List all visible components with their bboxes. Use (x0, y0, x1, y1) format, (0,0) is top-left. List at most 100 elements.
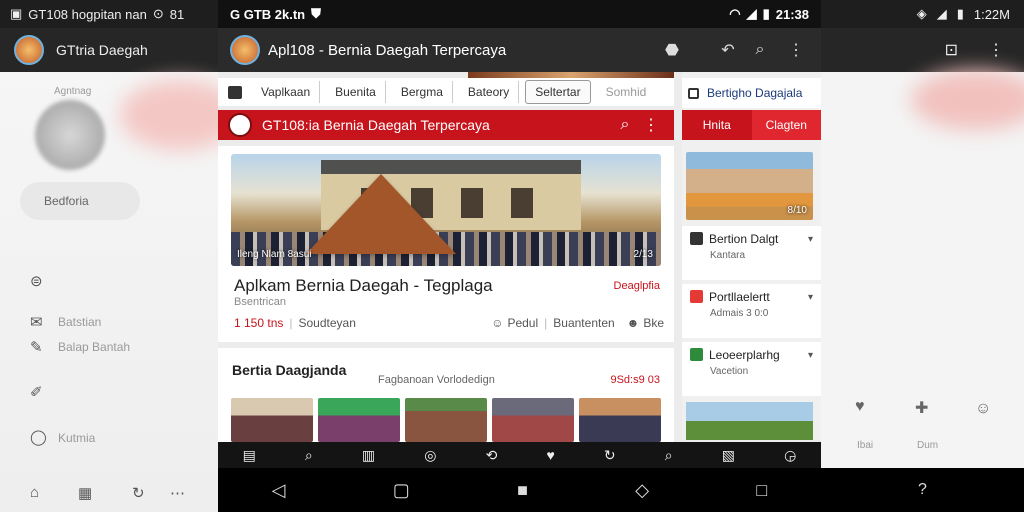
menu-item-1[interactable]: Batstian (58, 315, 101, 329)
hero-image[interactable]: Ileng Nlam 8asui 2/13 (231, 154, 661, 266)
folder-icon (228, 85, 242, 99)
chip-4[interactable]: Bateory (459, 81, 520, 103)
action-2[interactable]: Buantenten (553, 316, 614, 330)
tab-1[interactable]: Hnita (682, 110, 752, 140)
thumbnail-row (231, 398, 661, 442)
thumbnail[interactable] (579, 398, 661, 442)
recent-icon[interactable]: □ (756, 480, 767, 501)
screen: ▣ GT108 hogpitan nan ⊙ 81 GTtria Daegah … (0, 0, 1024, 512)
home-icon[interactable]: ⌂ (30, 484, 39, 501)
inbox-icon: ⊜ (30, 273, 43, 290)
right-status-bar: ◈ ◢ ▮ 1:22M (821, 0, 1024, 28)
search-icon[interactable]: ⌕ (612, 112, 638, 138)
more-icon[interactable]: ⋮ (783, 37, 809, 63)
help-icon[interactable]: ? (918, 481, 927, 499)
battery-icon: ▮ (956, 6, 964, 21)
search-icon[interactable]: ⌕ (747, 37, 773, 63)
chip-2[interactable]: Buenita (326, 81, 386, 103)
right-status-time: 1:22M (973, 6, 1010, 22)
more-icon[interactable]: ⋯ (170, 484, 185, 502)
left-status-bar: ▣ GT108 hogpitan nan ⊙ 81 (0, 0, 218, 28)
leaf-icon (690, 348, 703, 361)
user-icon[interactable]: ☺ (975, 400, 991, 418)
image-icon[interactable]: ▦ (78, 484, 92, 502)
article-tag[interactable]: Deaglpfia (614, 280, 660, 292)
battery-icon: ▮ (762, 6, 770, 21)
status-left: G GTB 2k.tn (230, 6, 306, 22)
side-image-2[interactable] (686, 402, 813, 440)
left-panel: ▣ GT108 hogpitan nan ⊙ 81 GTtria Daegah … (0, 0, 240, 512)
side-item-3[interactable]: Leoeerplarhg Vacetion ▾ (682, 342, 821, 396)
bookmark-icon[interactable]: ⬣ (659, 37, 685, 63)
menu-item-2[interactable]: Balap Bantah (58, 340, 130, 354)
side-item-title: Bertion Dalgt (709, 232, 779, 246)
right-bg-panel: ◈ ◢ ▮ 1:22M ⊡ ⋮ ♥ ✚ ☺ Ibai Dum ? (821, 0, 1024, 512)
side-image-counter: 8/10 (787, 205, 807, 216)
view-count: 1 150 tns (234, 316, 284, 330)
alert-icon (690, 290, 703, 303)
refresh-icon[interactable]: ↻ (132, 484, 145, 502)
search-icon[interactable]: ⌕ (665, 447, 673, 464)
side-item-sub: Admais 3 0:0 (710, 308, 769, 319)
article-title[interactable]: Aplkam Bernia Daegah - Tegplaga (234, 276, 493, 296)
checkbox-icon (688, 87, 699, 99)
chevron-down-icon[interactable]: ▾ (808, 292, 813, 303)
timer-icon: ⊙ (152, 6, 164, 21)
action-1[interactable]: Pedul (507, 316, 538, 330)
side-item-sub: Vacetion (710, 366, 749, 377)
heart-icon[interactable]: ♥ (546, 447, 554, 463)
chat-icon[interactable]: ◶ (784, 447, 796, 464)
chip-6[interactable]: Somhid (597, 81, 656, 103)
tag-icon[interactable]: ⟲ (486, 447, 498, 464)
news-section: Bertia Daagjanda Fagbanoan Vorlodedign 9… (218, 348, 674, 442)
left-status-right: 81 (169, 6, 185, 22)
icon-label-2: Dum (917, 440, 939, 451)
grid-icon[interactable]: ▧ (722, 447, 735, 464)
home-icon[interactable]: ▢ (393, 480, 410, 501)
profile-button[interactable]: Bedforia (20, 182, 140, 220)
article-meta: 1 150 tns | Soudteyan ☺ Pedul | Buantent… (234, 316, 664, 330)
edit-icon: ✎ (30, 339, 43, 356)
thumbnail[interactable] (405, 398, 487, 442)
menu-item-3[interactable]: Kutmia (58, 431, 95, 445)
back-icon[interactable]: ◇ (635, 480, 649, 501)
navigation-bar: ◁ ▢ ■ ◇ □ (218, 468, 821, 512)
target-icon[interactable]: ◎ (424, 447, 436, 464)
wifi-icon: ◠ (729, 6, 741, 21)
heart-icon[interactable]: ♥ (855, 398, 865, 416)
chevron-down-icon[interactable]: ▾ (808, 234, 813, 245)
left-appbar: GTtria Daegah (0, 28, 218, 72)
brand-bar: GT108:ia Bernia Daegah Terpercaya ⌕ ⋮ (218, 110, 674, 140)
layout-icon[interactable]: ▤ (243, 447, 256, 464)
app-bar: Apl108 - Bernia Daegah Terpercaya ⬣ ↶ ⌕ … (218, 28, 821, 72)
chat-icon[interactable]: ⊡ (945, 40, 958, 60)
chip-3[interactable]: Bergma (392, 81, 453, 103)
book-icon[interactable]: ▥ (362, 447, 375, 464)
square-icon[interactable]: ■ (517, 480, 528, 501)
pin-icon[interactable]: ✚ (915, 398, 928, 418)
side-item-2[interactable]: Portllaelertt Admais 3 0:0 ▾ (682, 284, 821, 338)
side-panel-title: Bertigho Dagajala (707, 86, 803, 100)
thumbnail[interactable] (318, 398, 400, 442)
vibrate-icon: ◈ (916, 6, 927, 21)
chip-5[interactable]: Seltertar (525, 80, 591, 104)
featured-card[interactable]: Ileng Nlam 8asui 2/13 Aplkam Bernia Daeg… (218, 146, 674, 342)
thumbnail[interactable] (231, 398, 313, 442)
side-panel: Bertigho Dagajala Hnita Clagten 8/10 Ber… (682, 72, 821, 440)
chip-1[interactable]: Vaplkaan (252, 81, 321, 103)
section-right[interactable]: 9Sd:s9 03 (610, 374, 660, 386)
refresh-icon[interactable]: ↻ (604, 447, 616, 464)
side-item-1[interactable]: Bertion Dalgt Kantara ▾ (682, 226, 821, 280)
blur-shape (911, 70, 1024, 130)
share-icon[interactable]: ↶ (715, 37, 741, 63)
tab-2[interactable]: Clagten (751, 110, 821, 140)
more-icon[interactable]: ⋮ (638, 112, 664, 138)
action-3[interactable]: Bke (643, 316, 664, 330)
back-icon[interactable]: ◁ (272, 480, 286, 501)
more-icon[interactable]: ⋮ (988, 40, 1004, 60)
icon-label-1: Ibai (857, 440, 874, 451)
thumbnail[interactable] (492, 398, 574, 442)
side-image[interactable]: 8/10 (686, 152, 813, 220)
chevron-down-icon[interactable]: ▾ (808, 350, 813, 361)
search-icon[interactable]: ⌕ (305, 447, 313, 464)
